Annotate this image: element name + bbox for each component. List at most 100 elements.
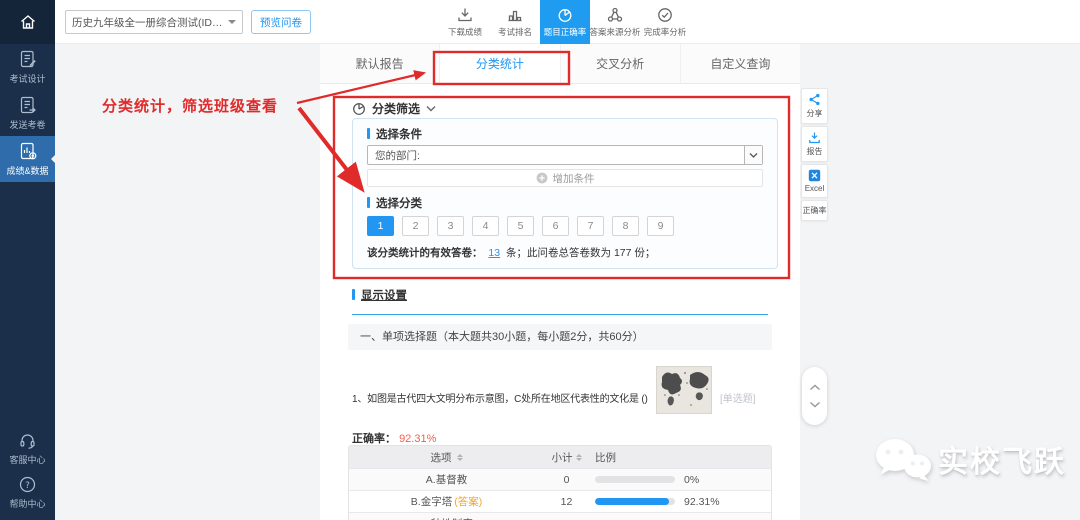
category-button-8[interactable]: 8 (612, 216, 639, 236)
scores-data-icon (20, 142, 36, 160)
sidebar-item-scores-data[interactable]: 成绩&数据 (0, 136, 56, 182)
survey-select-value: 历史九年级全一册综合测试(ID:57473213) (72, 16, 224, 29)
watermark-text: 实校飞跃 (938, 446, 1066, 479)
accuracy-rate-button[interactable]: 正确率 (801, 200, 828, 221)
sidebar-item-send-exam[interactable]: 发送考卷 (0, 90, 55, 136)
stats-prefix: 该分类统计的有效答卷： (367, 247, 483, 259)
tool-answer-source-analysis[interactable]: 答案来源分析 (590, 0, 641, 44)
report-tabs: 默认报告 分类统计 交叉分析 自定义查询 (320, 44, 800, 84)
right-toolbar: 分享 报告 Excel 正确率 (801, 88, 828, 221)
stats-line: 该分类统计的有效答卷： 13 条；此问卷总答卷数为 177 份； (367, 245, 763, 260)
headset-icon (20, 433, 35, 449)
main-content: 分类筛选 选择条件 您的部门: 增加条件 选择分类 123456789 该分类统… (320, 84, 800, 520)
question-map-image (656, 366, 712, 414)
category-button-6[interactable]: 6 (542, 216, 569, 236)
option-label: C.种姓制度 (349, 516, 544, 520)
excel-button[interactable]: Excel (801, 164, 828, 198)
svg-text:?: ? (25, 481, 30, 491)
sidebar-item-home[interactable] (0, 0, 55, 44)
exam-design-icon (20, 50, 36, 68)
plus-circle-icon (536, 172, 547, 184)
preview-survey-button[interactable]: 预览问卷 (251, 10, 311, 34)
condition-select-value: 您的部门: (375, 149, 420, 162)
sidebar: 考试设计 发送考卷 成绩&数据 客服中心 ? 帮助中心 (0, 0, 56, 520)
option-percent: 92.31% (684, 495, 720, 508)
header-count[interactable]: 小计 (544, 450, 589, 465)
display-settings-link[interactable]: 显示设置 (352, 288, 407, 302)
ratio-bar (595, 498, 675, 505)
valid-count-link[interactable]: 13 (488, 247, 500, 259)
option-percent: 0% (684, 473, 700, 486)
category-button-7[interactable]: 7 (577, 216, 604, 236)
send-exam-icon (20, 96, 36, 114)
stats-suffix: 条；此问卷总答卷数为 177 份； (506, 247, 656, 259)
sidebar-item-help-center[interactable]: ? 帮助中心 (0, 470, 55, 514)
option-label: B.金字塔 (答案) (410, 496, 483, 508)
scroll-pill (802, 367, 827, 425)
sort-icon (575, 453, 582, 461)
watermark: 实校飞跃 (874, 436, 1066, 482)
condition-select[interactable]: 您的部门: (367, 145, 763, 165)
topbar: 历史九年级全一册综合测试(ID:57473213) 预览问卷 下载成绩 考试排名 (55, 0, 1080, 44)
app-window: 考试设计 发送考卷 成绩&数据 客服中心 ? 帮助中心 历史九年级全一册综合测试… (0, 0, 1080, 520)
category-button-2[interactable]: 2 (402, 216, 429, 236)
scroll-down-icon[interactable] (809, 401, 821, 408)
table-row: A.基督教 0 0% (349, 468, 771, 490)
tool-completion-rate-analysis[interactable]: 完成率分析 (640, 0, 690, 44)
chevron-down-icon (749, 152, 758, 158)
pie-icon (558, 9, 572, 22)
pie-filter-icon (353, 102, 365, 115)
category-filter-header[interactable]: 分类筛选 (352, 100, 436, 117)
topbar-tools: 下载成绩 考试排名 题目正确率 答案来源分析 完成率分析 (440, 0, 690, 44)
tab-cross-analysis[interactable]: 交叉分析 (561, 44, 681, 83)
check-circle-icon (658, 8, 672, 22)
sidebar-item-label: 成绩&数据 (6, 166, 49, 176)
chevron-down-icon (426, 105, 436, 111)
sidebar-item-exam-design[interactable]: 考试设计 (0, 44, 55, 90)
section-header: 一、单项选择题（本大题共30小题，每小题2分，共60分） (348, 324, 772, 350)
tab-default-report[interactable]: 默认报告 (320, 44, 441, 83)
source-analysis-icon (607, 7, 623, 22)
table-row: B.金字塔 (答案) 12 92.31% (349, 490, 771, 512)
table-header-row: 选项 小计 比例 (349, 446, 771, 468)
category-label: 选择分类 (367, 196, 763, 210)
tab-custom-query[interactable]: 自定义查询 (681, 44, 800, 83)
category-button-4[interactable]: 4 (472, 216, 499, 236)
scroll-up-icon[interactable] (809, 384, 821, 391)
sidebar-bottom: 客服中心 ? 帮助中心 (0, 426, 55, 514)
tab-category-statistics[interactable]: 分类统计 (440, 44, 561, 83)
sidebar-item-label: 发送考卷 (9, 120, 46, 130)
options-table-body: A.基督教 0 0% B.金字塔 (答案) 12 92.31% C.种姓制度17.69% (349, 468, 771, 520)
options-table: 选项 小计 比例 A.基督教 0 0% B.金字塔 (答案) 12 92.31% C.种姓制… (348, 445, 772, 520)
category-button-9[interactable]: 9 (647, 216, 674, 236)
question-text: 1、如图是古代四大文明分布示意图，C处所在地区代表性的文化是 () (352, 394, 648, 405)
add-condition-button[interactable]: 增加条件 (367, 169, 763, 187)
report-button[interactable]: 报告 (801, 126, 828, 162)
annotation-text: 分类统计，筛选班级查看 (102, 98, 279, 115)
sort-icon (456, 453, 463, 461)
ranking-icon (508, 10, 522, 22)
category-button-3[interactable]: 3 (437, 216, 464, 236)
category-button-5[interactable]: 5 (507, 216, 534, 236)
sidebar-item-service-center[interactable]: 客服中心 (0, 426, 55, 470)
category-filter-panel: 选择条件 您的部门: 增加条件 选择分类 123456789 该分类统计的有效答… (352, 118, 778, 269)
tool-question-accuracy[interactable]: 题目正确率 (540, 0, 590, 44)
survey-select[interactable]: 历史九年级全一册综合测试(ID:57473213) (65, 10, 243, 34)
tool-exam-ranking[interactable]: 考试排名 (490, 0, 540, 44)
category-button-1[interactable]: 1 (367, 216, 394, 236)
share-icon (809, 93, 820, 106)
sidebar-item-label: 考试设计 (9, 74, 46, 84)
sidebar-item-label: 帮助中心 (9, 498, 46, 509)
condition-label: 选择条件 (367, 127, 763, 141)
question-type-tag: [单选题] (720, 394, 756, 405)
accuracy-value: 92.31% (399, 433, 437, 445)
header-ratio: 比例 (595, 451, 616, 464)
divider (352, 314, 768, 315)
answer-tag: (答案) (454, 496, 483, 508)
ratio-bar (595, 476, 675, 483)
share-button[interactable]: 分享 (801, 88, 828, 124)
tool-download-scores[interactable]: 下载成绩 (440, 0, 490, 44)
help-icon: ? (19, 476, 36, 492)
report-download-icon (809, 132, 820, 144)
header-option[interactable]: 选项 (349, 450, 544, 465)
